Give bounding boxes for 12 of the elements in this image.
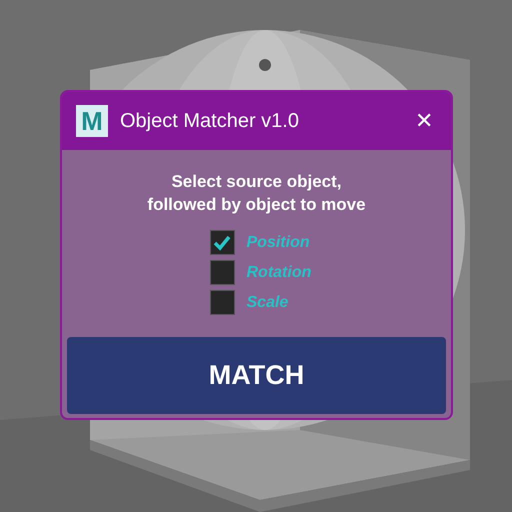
instruction-text: Select source object, followed by object to move xyxy=(147,171,366,216)
window-title: Object Matcher v1.0 xyxy=(120,109,300,134)
close-button[interactable]: ✕ xyxy=(415,110,437,132)
checkbox-label: Rotation xyxy=(246,262,312,282)
checkbox-label: Position xyxy=(246,232,310,252)
match-button[interactable]: MATCH xyxy=(67,337,446,414)
checkmark-icon xyxy=(213,234,231,250)
checkbox[interactable] xyxy=(210,260,234,285)
checkbox[interactable] xyxy=(210,290,234,315)
checkbox-label: Scale xyxy=(246,292,288,312)
checkbox[interactable] xyxy=(210,230,234,255)
app-logo-icon: M xyxy=(76,105,108,137)
